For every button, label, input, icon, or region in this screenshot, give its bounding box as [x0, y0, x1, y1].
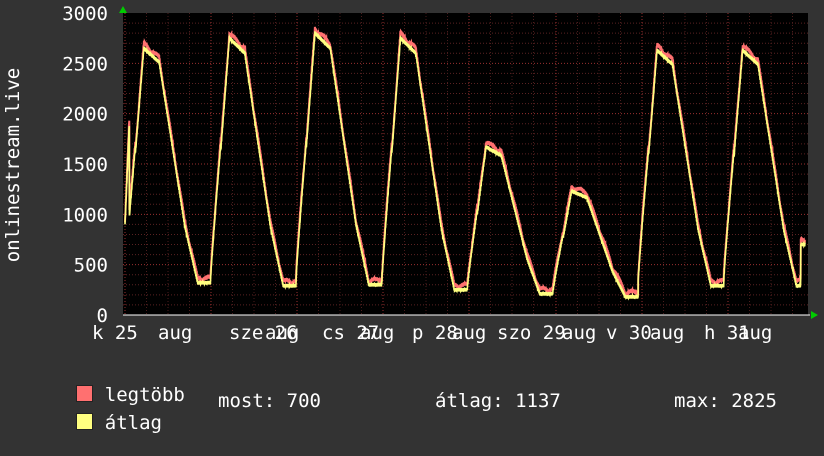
stat-now: most: 700	[218, 390, 321, 412]
x-tick-label: aug	[158, 322, 192, 344]
y-tick-label: 500	[74, 255, 108, 277]
y-tick-label: 1500	[62, 154, 108, 176]
x-axis: k 25 aug sze 26aug cs 27aug p 28aug szo 29aug…	[92, 322, 772, 344]
legend-label-avg: átlag	[104, 412, 162, 434]
x-tick-label: aug	[360, 322, 394, 344]
y-tick-label: 2000	[62, 104, 108, 126]
chart-container: 0 500 1000 1500 2000 2500 3000 k 25 aug sze 26 au…	[0, 0, 824, 434]
legend-swatch-avg	[75, 413, 93, 430]
x-tick-label: aug	[738, 322, 772, 344]
x-tick-label: v 30	[606, 322, 652, 344]
y-axis: 050010001500200025003000	[62, 3, 108, 327]
stat-average: átlag: 1137	[435, 390, 561, 412]
y-tick-label: 2500	[62, 53, 108, 75]
stat-max: max: 2825	[674, 390, 777, 412]
x-tick-label: aug	[265, 322, 299, 344]
x-tick-label: szo 29	[497, 322, 566, 344]
x-tick-label: aug	[562, 322, 596, 344]
x-tick-label: k 25	[92, 322, 138, 344]
y-axis-arrow-icon	[119, 6, 127, 13]
x-tick-label: aug	[650, 322, 684, 344]
y-tick-label: 1000	[62, 204, 108, 226]
legend-item-avg: átlag	[30, 390, 162, 456]
y-tick-label: 3000	[62, 3, 108, 25]
x-axis-arrow-icon	[811, 311, 818, 319]
line-chart: 050010001500200025003000 k 25 aug sze 26au…	[2, 3, 818, 344]
y-axis-label: onlinestream.live	[2, 68, 24, 262]
x-tick-label: p 28	[412, 322, 458, 344]
x-tick-label: aug	[452, 322, 486, 344]
